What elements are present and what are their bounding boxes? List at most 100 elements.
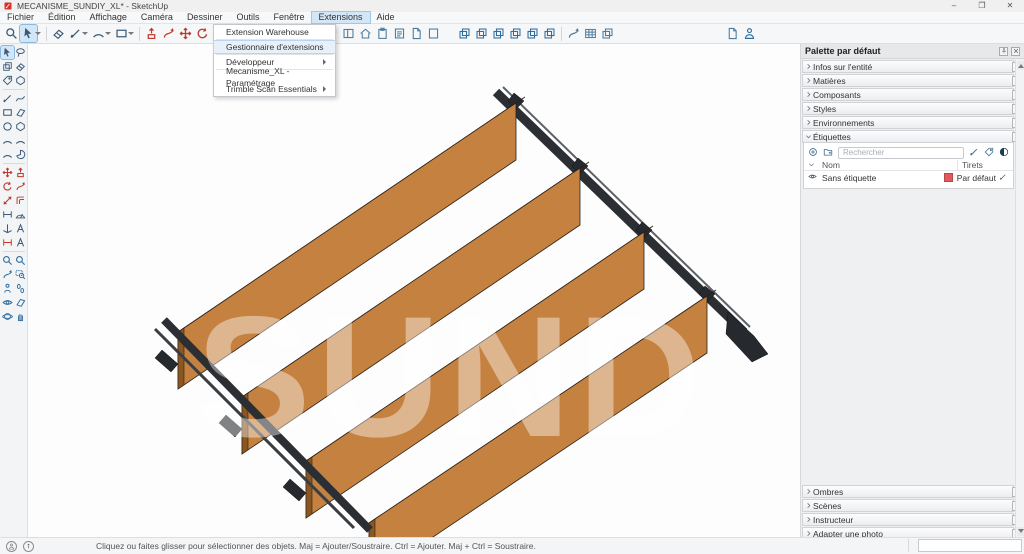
scroll-up-button[interactable]: [1017, 61, 1024, 70]
offset-icon[interactable]: [14, 194, 27, 207]
tray-section-header[interactable]: Styles: [802, 102, 1014, 115]
threed-text-icon[interactable]: [14, 236, 27, 249]
paint-bucket-icon[interactable]: [1, 74, 14, 87]
menu-item[interactable]: Dessiner: [180, 12, 230, 23]
menu-item[interactable]: Outils: [229, 12, 266, 23]
generate-report-icon[interactable]: [582, 25, 599, 42]
column-dashes[interactable]: Tirets: [957, 160, 1009, 170]
rectangle-tool-icon[interactable]: [1, 106, 14, 119]
edit-tag-button[interactable]: [969, 147, 979, 159]
top-view-icon[interactable]: [473, 25, 490, 42]
visibility-eye-icon[interactable]: [808, 172, 822, 183]
notes-icon[interactable]: [391, 25, 408, 42]
pan-icon[interactable]: [14, 310, 27, 323]
tag-color-swatch[interactable]: [944, 173, 953, 182]
front-view-icon[interactable]: [490, 25, 507, 42]
rotate-icon[interactable]: [1, 180, 14, 193]
axes-tool-icon[interactable]: [1, 222, 14, 235]
pushpull-icon[interactable]: [14, 166, 27, 179]
tray-section-header[interactable]: Matières: [802, 74, 1014, 87]
column-name[interactable]: Nom: [822, 160, 957, 170]
left-view-icon[interactable]: [541, 25, 558, 42]
menu-item[interactable]: Caméra: [134, 12, 180, 23]
zoom-out-icon[interactable]: [14, 254, 27, 267]
tape-measure-icon[interactable]: [1, 208, 14, 221]
close-panel-button[interactable]: [1011, 47, 1020, 56]
lasso-select-icon[interactable]: [14, 46, 27, 59]
back-view-icon[interactable]: [524, 25, 541, 42]
tray-section-header[interactable]: Ombres: [802, 485, 1014, 498]
eraser-icon[interactable]: [14, 60, 27, 73]
tray-section-header-tags[interactable]: Étiquettes: [802, 130, 1014, 143]
orbit-icon[interactable]: [1, 310, 14, 323]
menu-item[interactable]: Affichage: [83, 12, 134, 23]
line-tool-icon[interactable]: [67, 25, 84, 42]
menu-item[interactable]: Fenêtre: [266, 12, 311, 23]
walk-tool-icon[interactable]: [14, 282, 27, 295]
tray-section-header[interactable]: Composants: [802, 88, 1014, 101]
tag-row-untagged[interactable]: Sans étiquette Par défaut: [804, 171, 1013, 184]
scroll-down-button[interactable]: [1017, 527, 1024, 536]
tray-section-header[interactable]: Environnements: [802, 116, 1014, 129]
close-button[interactable]: ✕: [996, 0, 1024, 12]
geolocation-icon[interactable]: [6, 541, 17, 552]
measurements-input[interactable]: [918, 539, 1022, 552]
dynamic-components-icon[interactable]: [599, 25, 616, 42]
position-camera-icon[interactable]: [1, 282, 14, 295]
add-tag-button[interactable]: [808, 147, 818, 159]
maximize-button[interactable]: ❐: [968, 0, 996, 12]
open-page-icon[interactable]: [408, 25, 425, 42]
minimize-button[interactable]: –: [940, 0, 968, 12]
tray-section-header[interactable]: Scènes: [802, 499, 1014, 512]
arc-tool-icon[interactable]: [90, 25, 107, 42]
menu-item[interactable]: Fichier: [0, 12, 41, 23]
dimension-tool-icon[interactable]: [1, 236, 14, 249]
followme-icon[interactable]: [14, 180, 27, 193]
panel-scrollbar[interactable]: [1015, 60, 1024, 537]
eraser-icon[interactable]: [50, 25, 67, 42]
move-icon[interactable]: [1, 166, 14, 179]
info-icon[interactable]: [23, 541, 34, 552]
geolocation-house-icon[interactable]: [357, 25, 374, 42]
line-tool-icon[interactable]: [1, 92, 14, 105]
rotate-icon[interactable]: [194, 25, 211, 42]
menu-item-trimble-scan[interactable]: Trimble Scan Essentials: [214, 83, 335, 95]
menu-item[interactable]: Extensions: [312, 12, 370, 23]
tag-dashes-value[interactable]: Par défaut: [957, 173, 996, 183]
two-point-arc-icon[interactable]: [14, 134, 27, 147]
followme-icon[interactable]: [160, 25, 177, 42]
menu-item-extension-warehouse[interactable]: Extension Warehouse: [214, 26, 335, 38]
tray-section-header[interactable]: Infos sur l'entité: [802, 60, 1014, 73]
sort-chevron-icon[interactable]: [808, 160, 822, 170]
select-tool-icon[interactable]: [1, 46, 14, 59]
layout-window-icon[interactable]: [340, 25, 357, 42]
menu-item[interactable]: Édition: [41, 12, 83, 23]
pin-panel-button[interactable]: [999, 47, 1008, 56]
select-tool-icon[interactable]: [20, 25, 37, 42]
sample-material-icon[interactable]: [14, 74, 27, 87]
menu-item-extension-manager[interactable]: Gestionnaire d'extensions: [214, 41, 335, 53]
scan-essentials-icon[interactable]: [565, 25, 582, 42]
blank-sheet-icon[interactable]: [425, 25, 442, 42]
menu-item[interactable]: Aide: [370, 12, 402, 23]
signin-user-icon[interactable]: [741, 25, 758, 42]
menu-item-mecanisme-xl[interactable]: Mecanisme_XL - Paramétrage: [214, 71, 335, 83]
tray-section-header[interactable]: Instructeur: [802, 513, 1014, 526]
move-icon[interactable]: [177, 25, 194, 42]
arc-tool-icon[interactable]: [1, 134, 14, 147]
tag-search-input[interactable]: [838, 147, 964, 159]
rectangle-tool-icon[interactable]: [113, 25, 130, 42]
zoom-window-icon[interactable]: [14, 268, 27, 281]
section-plane-icon[interactable]: [14, 296, 27, 309]
scale-icon[interactable]: [1, 194, 14, 207]
purge-tags-button[interactable]: [999, 147, 1009, 159]
add-tag-folder-button[interactable]: [823, 147, 833, 159]
text-tool-icon[interactable]: [14, 222, 27, 235]
clipboard-icon[interactable]: [374, 25, 391, 42]
protractor-icon[interactable]: [14, 208, 27, 221]
three-point-arc-icon[interactable]: [1, 148, 14, 161]
rotated-rectangle-icon[interactable]: [14, 106, 27, 119]
pushpull-icon[interactable]: [143, 25, 160, 42]
model-canvas[interactable]: SUND: [28, 44, 800, 537]
zoom-tool-icon[interactable]: [3, 25, 20, 42]
